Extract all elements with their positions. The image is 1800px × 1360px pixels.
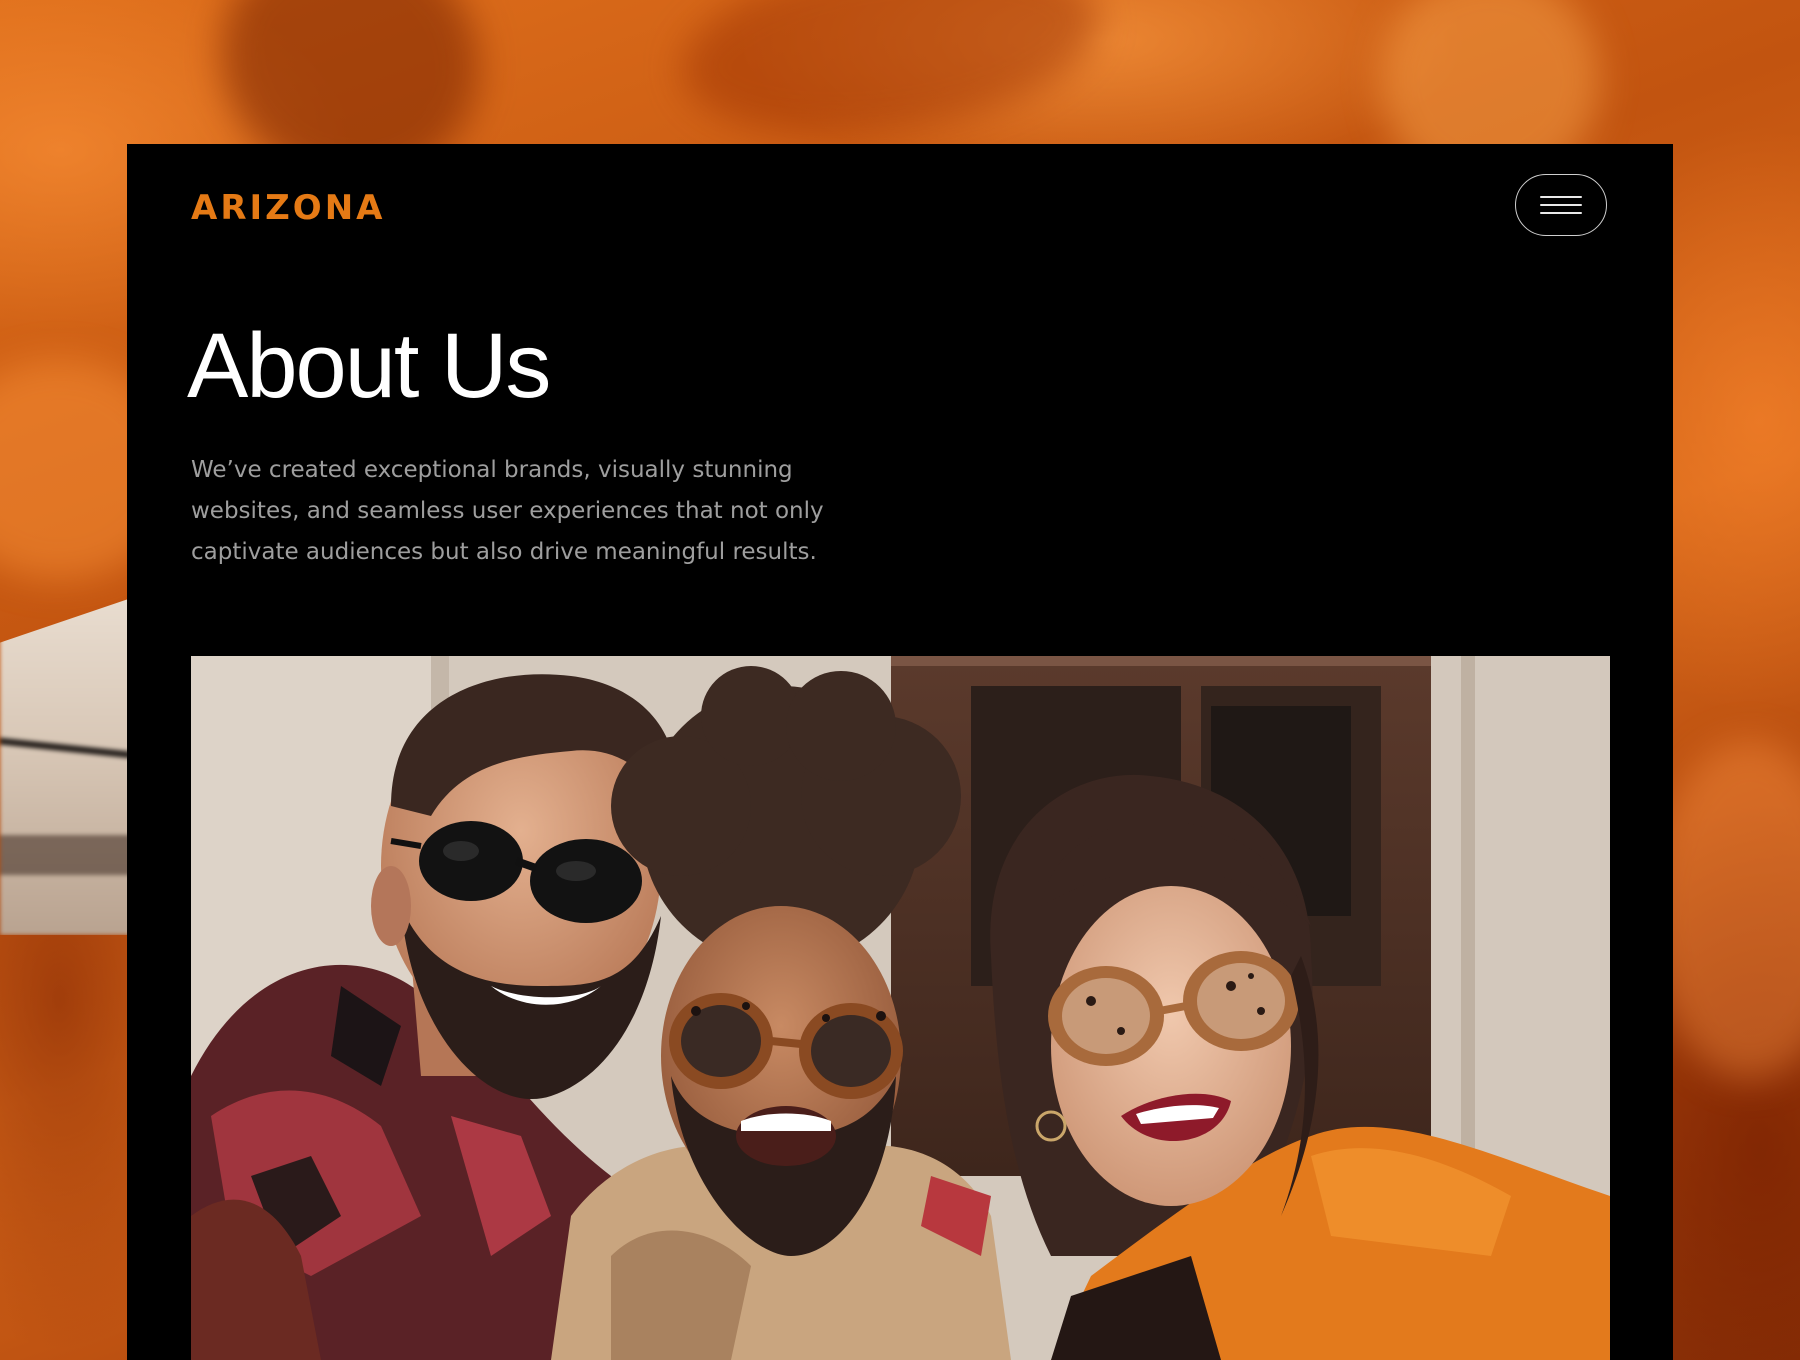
brand-logo[interactable]: ARIZONA: [191, 188, 385, 228]
intro-paragraph: We’ve created exceptional brands, visual…: [191, 457, 824, 565]
background-building: [0, 595, 140, 935]
backdrop-fold: [670, 0, 1110, 159]
menu-button[interactable]: [1515, 174, 1607, 236]
team-photo: [191, 656, 1610, 1360]
hamburger-menu-icon: [1540, 196, 1582, 198]
page-title: About Us: [187, 315, 551, 417]
hamburger-menu-icon-bar: [1540, 212, 1582, 214]
team-photo-illustration: [191, 656, 1610, 1360]
hamburger-menu-icon-bar: [1540, 204, 1582, 206]
about-page-card: ARIZONA About Us We’ve created exception…: [127, 144, 1673, 1360]
